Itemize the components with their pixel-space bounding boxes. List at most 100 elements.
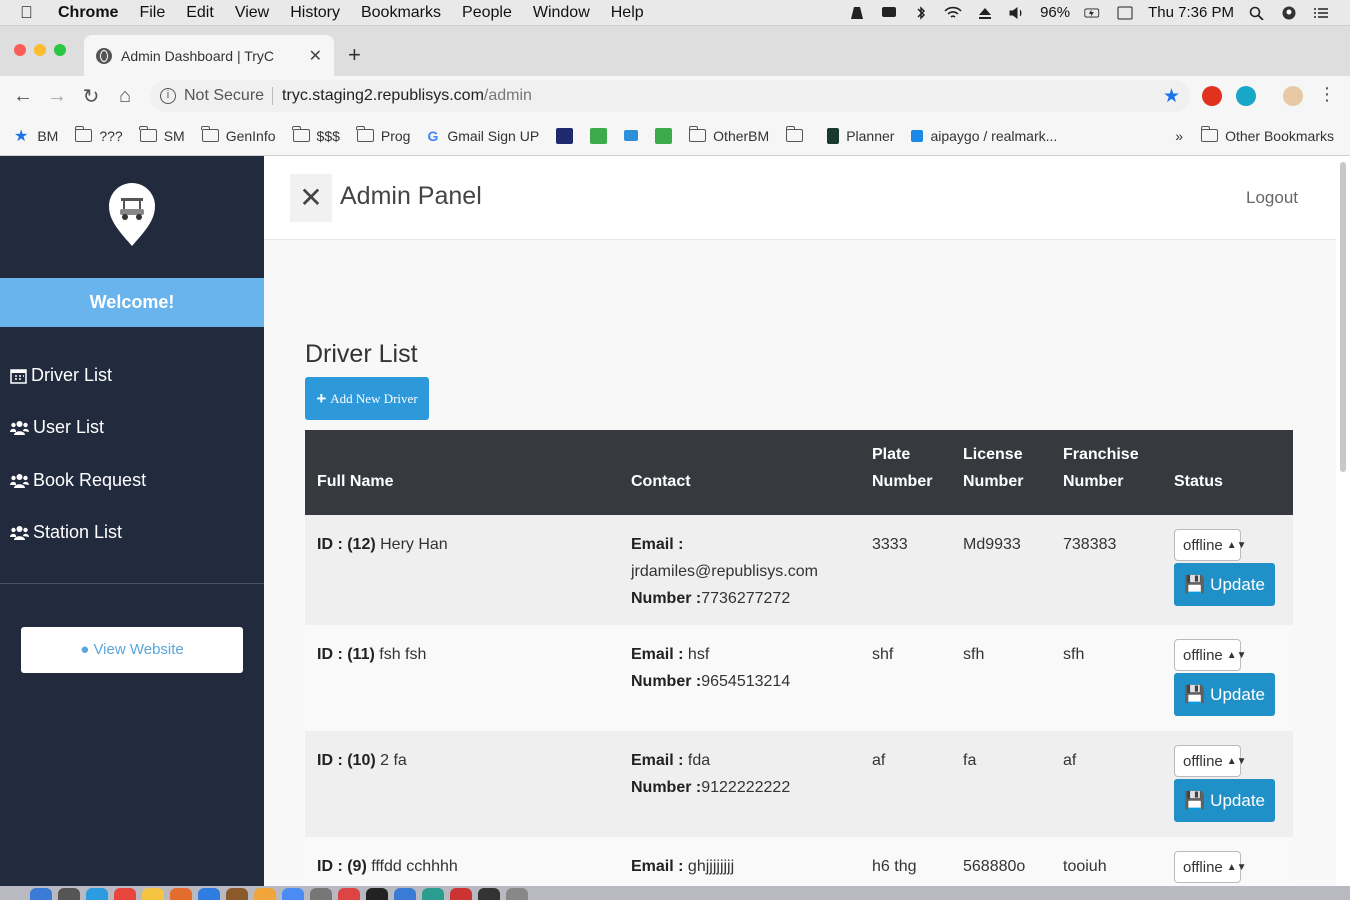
minimize-window-button[interactable] [34,44,46,56]
wifi-icon[interactable] [944,6,962,20]
back-arrow-icon[interactable]: ← [6,85,40,108]
update-button[interactable]: 💾 Update [1174,779,1275,822]
eject-icon[interactable] [976,6,994,20]
page-scrollbar[interactable] [1340,162,1346,472]
status-select[interactable]: offline ▲▼ [1174,851,1247,883]
view-website-button[interactable]: ● View Website [21,627,243,673]
adblock-extension-icon[interactable] [1202,86,1222,106]
volume-icon[interactable] [1008,6,1026,20]
menu-edit[interactable]: Edit [186,4,214,22]
bookmark-star-icon[interactable]: ★ [1163,85,1180,108]
status-select[interactable]: offline ▲▼ [1174,745,1247,777]
spotlight-search-icon[interactable] [1248,6,1266,20]
bookmark-folder-qqq[interactable]: ??? [74,126,123,144]
column-header-license-number[interactable]: License Number [951,430,1051,515]
reload-icon[interactable]: ↻ [74,84,108,109]
chat-icon[interactable] [880,6,898,20]
update-button[interactable]: 💾 Update [1174,563,1275,606]
security-indicator[interactable]: Not Secure [184,87,274,105]
bookmark-bm[interactable]: ★ BM [14,126,58,146]
sidebar-item-book-request[interactable]: Book Request [10,470,146,491]
tryc-logo-icon[interactable] [108,182,156,248]
info-icon[interactable]: i [160,88,176,104]
zoom-window-button[interactable] [54,44,66,56]
menubar-clock[interactable]: Thu 7:36 PM [1148,4,1234,21]
other-bookmarks[interactable]: Other Bookmarks [1225,128,1334,144]
keyboard-icon[interactable] [1116,6,1134,20]
bluetooth-icon[interactable] [912,5,930,20]
terminal-dock-icon[interactable] [366,888,388,900]
app-dock-icon-3[interactable] [254,888,276,900]
status-select[interactable]: offline ▲▼ [1174,639,1247,671]
close-tab-icon[interactable]: ✕ [309,46,322,66]
calendar-dock-icon[interactable] [114,888,136,900]
launchpad-dock-icon[interactable] [58,888,80,900]
app-store-dock-icon[interactable] [198,888,220,900]
menu-window[interactable]: Window [533,4,590,22]
app-dock-icon-9[interactable] [478,888,500,900]
browser-tab-active[interactable]: Admin Dashboard | TryC ✕ [84,35,334,76]
app-dock-icon-2[interactable] [226,888,248,900]
notification-center-icon[interactable] [1312,6,1330,20]
chrome-menu-icon[interactable]: ⋮ [1310,84,1344,105]
user-account-icon[interactable] [1280,6,1298,20]
menu-people[interactable]: People [462,4,512,22]
green-bookmark-icon[interactable] [590,127,608,144]
column-header-franchise-number[interactable]: Franchise Number [1051,430,1162,515]
menu-history[interactable]: History [290,4,340,22]
bookmark-folder-sm[interactable]: SM [139,126,185,144]
menu-app-name[interactable]: Chrome [58,4,118,22]
close-window-button[interactable] [14,44,26,56]
app-dock-icon-5[interactable] [338,888,360,900]
grammarly-extension-icon[interactable] [1236,86,1256,106]
menu-file[interactable]: File [139,4,165,22]
update-button[interactable]: 💾 Update [1174,673,1275,716]
profile-avatar[interactable] [1283,86,1303,106]
chrome-dock-icon[interactable] [282,888,304,900]
menu-bookmarks[interactable]: Bookmarks [361,4,441,22]
app-dock-icon-8[interactable] [450,888,472,900]
trash-dock-icon[interactable] [506,888,528,900]
bookmark-folder-prog[interactable]: Prog [356,126,410,144]
add-new-driver-button[interactable]: + Add New Driver [305,377,429,420]
logout-link[interactable]: Logout [1246,188,1298,208]
sidebar-item-driver-list[interactable]: Driver List [10,365,112,386]
safari-dock-icon[interactable] [86,888,108,900]
bookmarks-overflow-chevron[interactable]: » [1175,128,1183,144]
bookmark-folder-money[interactable]: $$$ [292,126,340,144]
app-dock-icon-7[interactable] [422,888,444,900]
new-tab-button[interactable]: + [348,42,361,68]
column-header-contact[interactable]: Contact [619,430,860,515]
bookmark-folder-geninfo[interactable]: GenInfo [201,126,276,144]
status-select[interactable]: offline ▲▼ [1174,529,1247,561]
vlc-icon[interactable] [848,6,866,20]
sidebar-item-station-list[interactable]: Station List [10,522,122,543]
butterfly-bookmark-icon[interactable] [624,130,639,141]
app-dock-icon-4[interactable] [310,888,332,900]
address-bar[interactable]: i Not Secure tryc.staging2.republisys.co… [150,80,1190,112]
app-dock-icon-6[interactable] [394,888,416,900]
green-bookmark-icon-2[interactable] [655,127,673,144]
battery-icon[interactable] [1084,6,1102,20]
forward-arrow-icon[interactable]: → [40,85,74,108]
notes-dock-icon[interactable] [142,888,164,900]
bookmark-folder-unnamed[interactable] [785,126,810,142]
sidebar-item-user-list[interactable]: User List [10,417,104,438]
close-sidebar-button[interactable]: ✕ [290,174,332,222]
bookmark-gmail-signup[interactable]: G Gmail Sign UP [427,128,539,144]
number-label: Number : [631,779,702,796]
finder-dock-icon[interactable] [30,888,52,900]
bookmark-folder-otherbm[interactable]: OtherBM [688,126,769,144]
folder-icon [356,126,374,142]
app-dock-icon[interactable] [170,888,192,900]
bookmark-planner[interactable]: Planner [827,127,894,144]
home-icon[interactable]: ⌂ [108,85,142,108]
menu-view[interactable]: View [235,4,269,22]
column-header-status[interactable]: Status [1162,430,1293,515]
bookmark-aipaygo[interactable]: aipaygo / realmark... [911,128,1057,144]
column-header-full-name[interactable]: Full Name [305,430,619,515]
yc-bookmark-icon[interactable] [556,127,574,144]
menu-help[interactable]: Help [611,4,644,22]
apple-menu-icon[interactable]:  [20,3,38,23]
column-header-plate-number[interactable]: Plate Number [860,430,951,515]
